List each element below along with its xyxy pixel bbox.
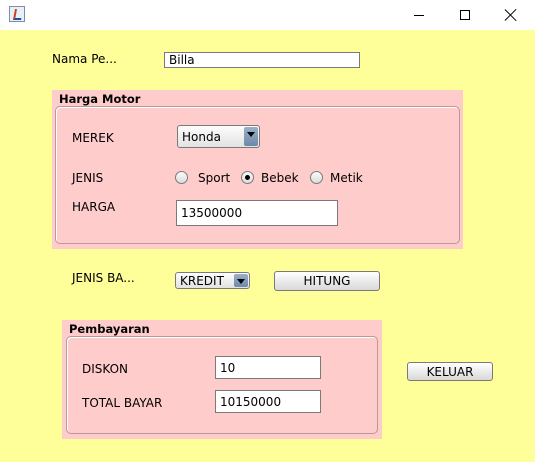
chevron-down-icon[interactable] — [234, 274, 248, 287]
java-icon[interactable] — [9, 6, 25, 22]
radio-sport[interactable] — [175, 171, 188, 184]
jenis-bayar-combo[interactable]: KREDIT — [175, 272, 250, 289]
maximize-icon — [460, 10, 470, 20]
title-bar[interactable] — [0, 0, 535, 30]
radio-metik[interactable] — [310, 171, 323, 184]
merek-label: MEREK — [72, 131, 114, 145]
harga-field[interactable]: 13500000 — [176, 200, 338, 226]
minimize-icon — [414, 14, 424, 16]
chevron-down-icon[interactable] — [244, 127, 258, 146]
pembayaran-border — [66, 336, 378, 434]
close-button[interactable] — [488, 0, 534, 30]
radio-sport-label[interactable]: Sport — [198, 171, 230, 185]
total-bayar-field[interactable]: 10150000 — [215, 390, 321, 413]
jenis-bayar-label: JENIS BA... — [72, 271, 135, 285]
nama-label: Nama Pe... — [52, 52, 117, 66]
keluar-button[interactable]: KELUAR — [407, 362, 493, 381]
hitung-button[interactable]: HITUNG — [274, 271, 380, 291]
jenis-bayar-value: KREDIT — [180, 274, 224, 288]
harga-motor-title: Harga Motor — [59, 92, 141, 106]
jenis-label: JENIS — [72, 171, 104, 185]
total-bayar-label: TOTAL BAYAR — [82, 396, 163, 410]
form-content: Nama Pe... Billa Harga Motor MEREK Honda… — [0, 30, 535, 462]
radio-metik-label[interactable]: Metik — [330, 171, 363, 185]
diskon-label: DISKON — [82, 362, 129, 376]
pembayaran-title: Pembayaran — [69, 322, 150, 336]
harga-motor-panel: Harga Motor MEREK Honda JENIS Sport Bebe… — [52, 90, 463, 249]
harga-label: HARGA — [72, 200, 116, 214]
diskon-field[interactable]: 10 — [215, 356, 321, 379]
merek-value: Honda — [182, 130, 221, 144]
radio-bebek[interactable] — [241, 171, 254, 184]
maximize-button[interactable] — [442, 0, 488, 30]
nama-field[interactable]: Billa — [164, 52, 360, 68]
minimize-button[interactable] — [396, 0, 442, 30]
merek-combo[interactable]: Honda — [177, 125, 260, 148]
close-icon — [505, 9, 517, 21]
radio-bebek-label[interactable]: Bebek — [261, 171, 299, 185]
pembayaran-panel: Pembayaran DISKON 10 TOTAL BAYAR 1015000… — [62, 320, 382, 439]
